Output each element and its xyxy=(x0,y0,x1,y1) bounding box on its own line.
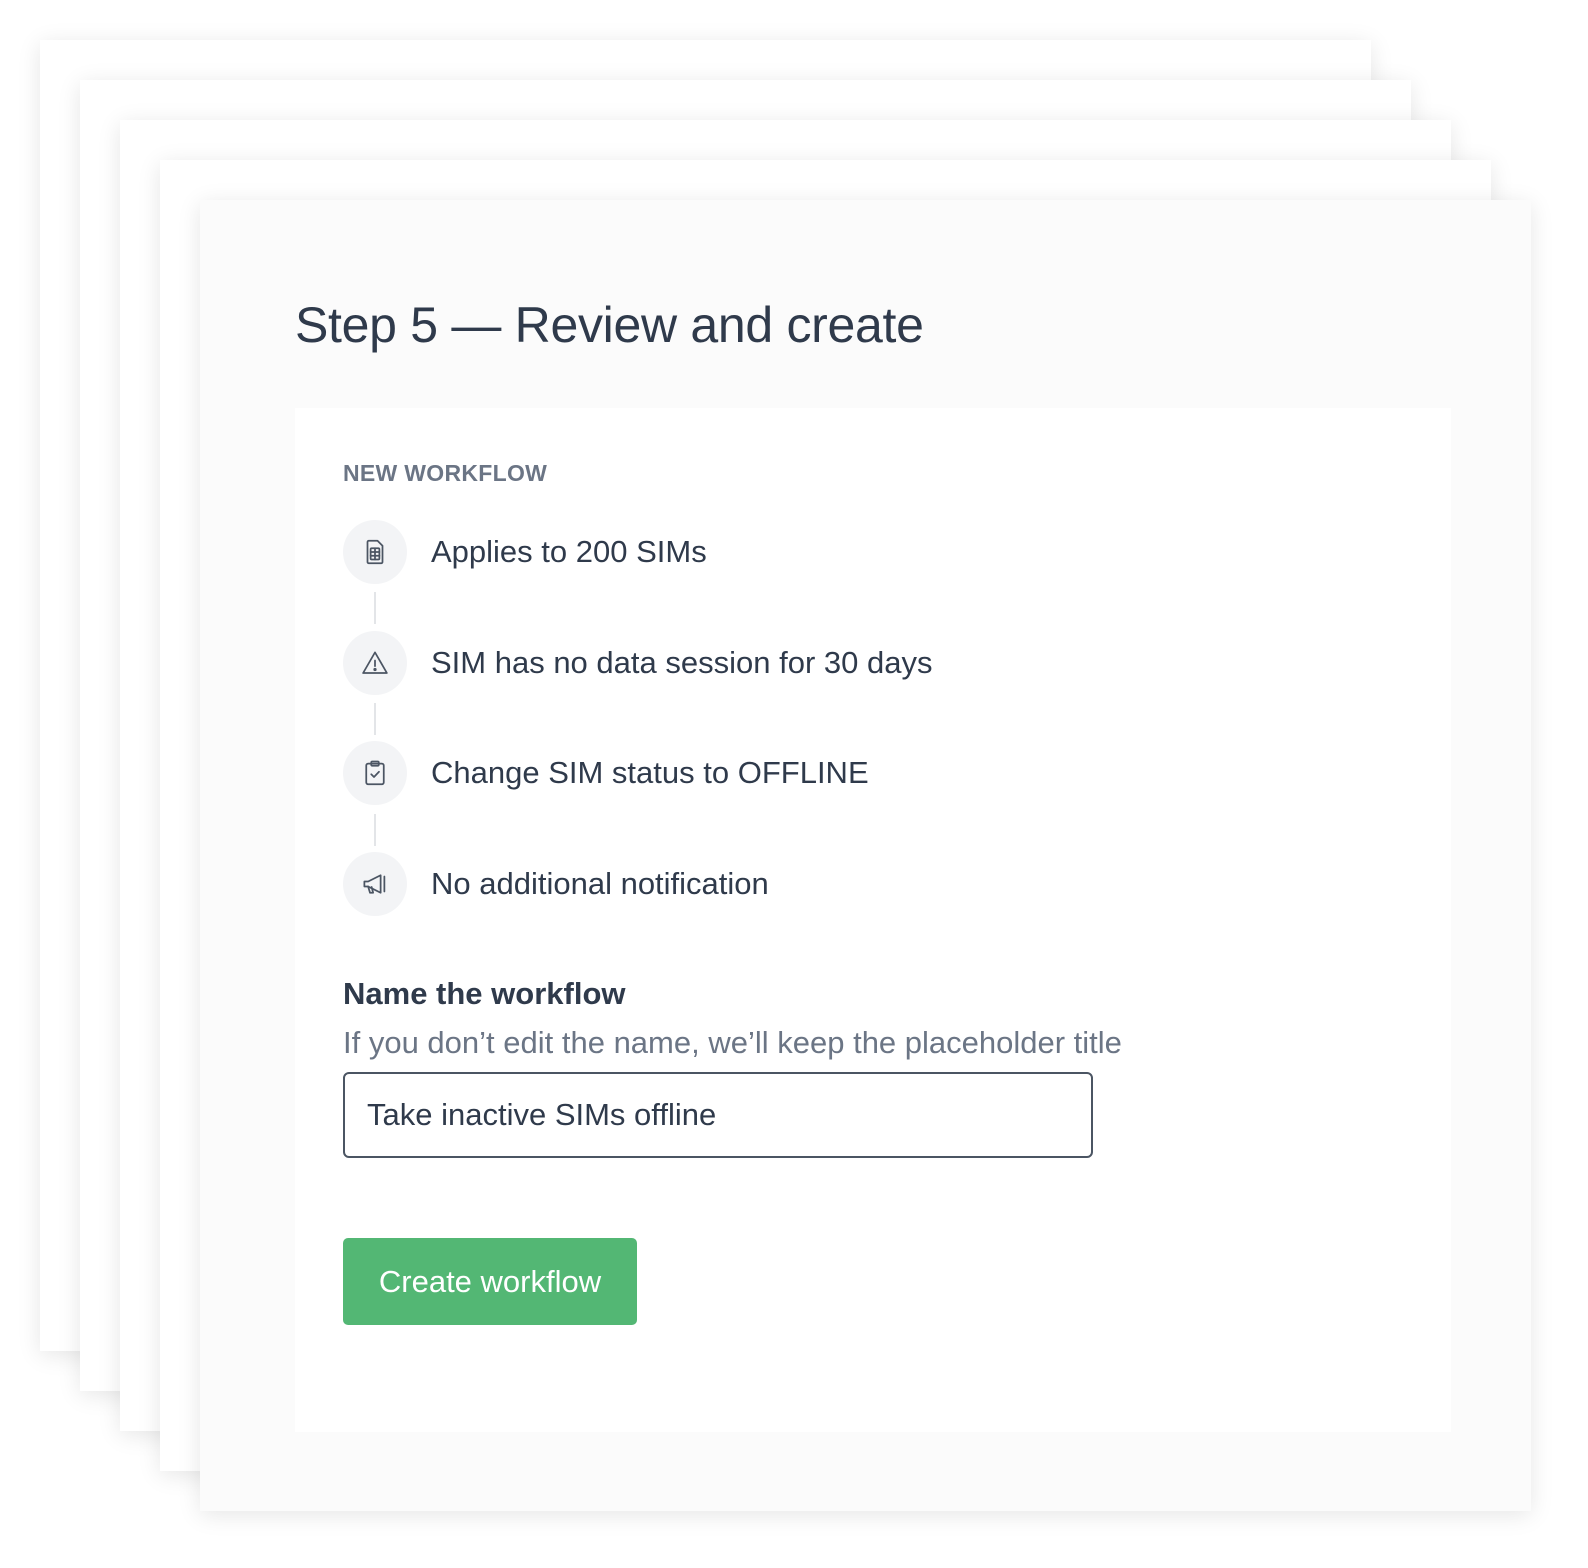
timeline-item-notification: No additional notification xyxy=(343,852,769,916)
timeline-item-target: Applies to 200 SIMs xyxy=(343,520,707,584)
timeline-item-label: No additional notification xyxy=(431,866,769,901)
workflow-name-label: Name the workflow xyxy=(343,976,626,1011)
clipboard-check-icon xyxy=(343,741,407,805)
workflow-summary-card: NEW WORKFLOW Applies to 200 SIMs SIM has… xyxy=(295,408,1451,1432)
timeline-connector xyxy=(374,703,376,735)
workflow-name-input[interactable] xyxy=(343,1072,1093,1158)
timeline-connector xyxy=(374,592,376,624)
review-step-panel: Step 5 — Review and create NEW WORKFLOW xyxy=(200,200,1531,1511)
warning-triangle-icon xyxy=(343,631,407,695)
timeline-item-label: SIM has no data session for 30 days xyxy=(431,645,933,680)
stage: Step 5 — Review and create NEW WORKFLOW xyxy=(0,0,1588,1568)
sim-card-icon xyxy=(343,520,407,584)
megaphone-icon xyxy=(343,852,407,916)
timeline-item-label: Change SIM status to OFFLINE xyxy=(431,755,869,790)
timeline-item-trigger: SIM has no data session for 30 days xyxy=(343,631,932,695)
workflow-name-hint: If you don’t edit the name, we’ll keep t… xyxy=(343,1025,1122,1060)
timeline-connector xyxy=(374,814,376,846)
new-workflow-eyebrow: NEW WORKFLOW xyxy=(343,460,548,486)
timeline-item-action: Change SIM status to OFFLINE xyxy=(343,741,869,805)
timeline-item-label: Applies to 200 SIMs xyxy=(431,534,707,569)
create-workflow-button[interactable]: Create workflow xyxy=(343,1238,637,1325)
step-title: Step 5 — Review and create xyxy=(295,297,924,353)
